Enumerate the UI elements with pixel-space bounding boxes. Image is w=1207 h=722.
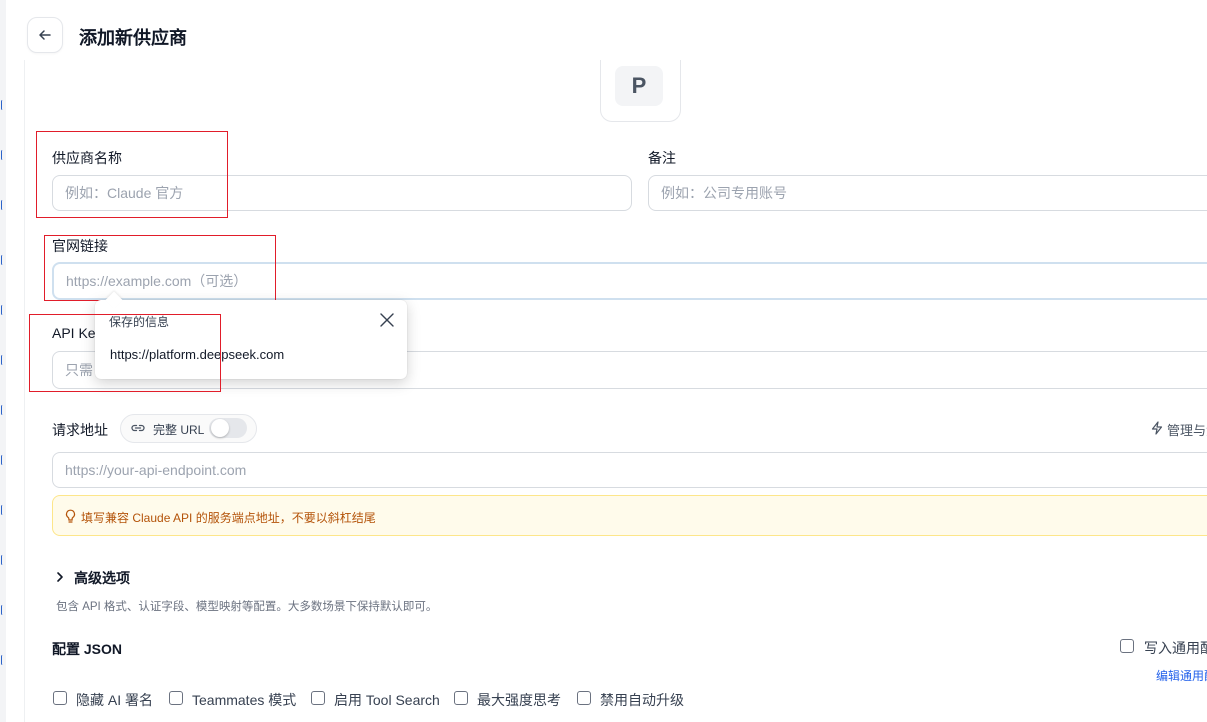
checkbox-hide-ai-signature[interactable] [53,691,67,705]
lightning-icon [1151,421,1163,435]
chevron-right-icon[interactable] [55,571,65,583]
write-common-label: 写入通用配 [1144,640,1207,656]
full-url-switch-knob [211,419,229,437]
close-button[interactable] [378,311,396,329]
notes-label: 备注 [648,150,676,166]
checkbox-tool-search[interactable] [311,691,325,705]
write-common-checkbox[interactable] [1120,639,1134,653]
endpoint-input[interactable]: https://your-api-endpoint.com [52,452,1207,488]
back-button[interactable] [27,17,63,53]
endpoint-label: 请求地址 [52,422,108,438]
option-label: 禁用自动升级 [600,692,684,708]
option-label: Teammates 模式 [192,692,297,708]
highlight-box [29,314,221,392]
link-icon [131,424,145,432]
window-edge [0,0,6,722]
checkbox-disable-auto-upgrade[interactable] [577,691,591,705]
endpoint-hint-text: 填写兼容 Claude API 的服务端点地址，不要以斜杠结尾 [81,511,376,525]
notes-input[interactable]: 例如：公司专用账号 [648,175,1207,211]
option-label: 最大强度思考 [477,692,561,708]
close-icon [380,313,394,327]
provider-avatar: P [615,66,663,106]
manage-test-button[interactable]: 管理与测 [1167,420,1207,439]
content-border [24,60,25,722]
advanced-options-description: 包含 API 格式、认证字段、模型映射等配置。大多数场景下保持默认即可。 [56,601,438,613]
endpoint-placeholder: https://your-api-endpoint.com [65,462,247,478]
page-title: 添加新供应商 [79,28,187,48]
advanced-options-toggle[interactable]: 高级选项 [74,568,130,588]
highlight-box [36,131,228,218]
notes-placeholder: 例如：公司专用账号 [661,185,787,201]
option-label: 隐藏 AI 署名 [76,692,154,708]
checkbox-teammates-mode[interactable] [169,691,183,705]
edit-common-link[interactable]: 编辑通用配 [1156,667,1207,684]
option-label: 启用 Tool Search [334,692,440,708]
checkbox-max-thinking[interactable] [454,691,468,705]
lightbulb-icon [65,509,76,523]
config-json-label: 配置 JSON [52,641,123,657]
full-url-label: 完整 URL [153,423,205,437]
arrow-left-icon [39,30,51,40]
highlight-box [44,235,276,301]
